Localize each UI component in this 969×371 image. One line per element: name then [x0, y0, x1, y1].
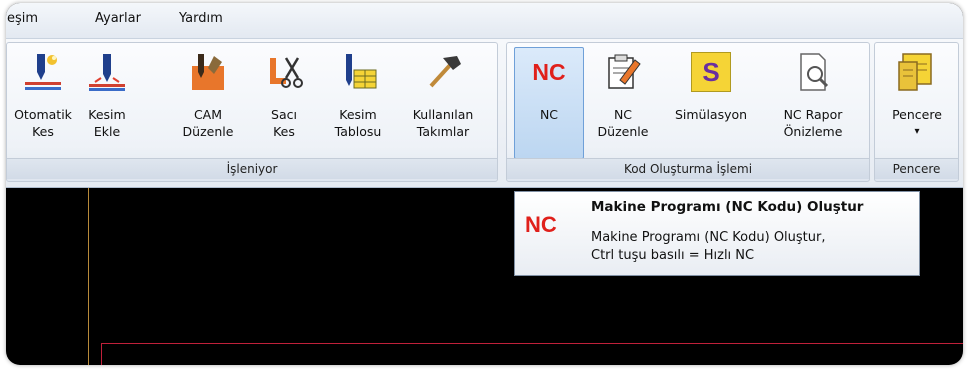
report-preview-magnifier-icon — [800, 53, 829, 91]
group-label-isleniyor: İşleniyor — [7, 158, 497, 179]
kesim-ekle-button[interactable]: Kesim Ekle — [79, 47, 135, 159]
nc-tooltip: NC Makine Programı (NC Kodu) Oluştur Mak… — [514, 191, 920, 276]
nc-icon: NC — [532, 59, 566, 85]
nc-label: NC — [539, 107, 559, 122]
tooltip-title: Makine Programı (NC Kodu) Oluştur — [591, 199, 864, 215]
hammer-tools-icon — [429, 56, 461, 88]
pencere-label: Pencere ▾ — [882, 106, 952, 140]
pencere-button[interactable]: Pencere ▾ — [881, 47, 953, 159]
group-label-kod-olusturma: Kod Oluşturma İşlemi — [507, 158, 869, 179]
menu-ayarlar[interactable]: Ayarlar — [95, 11, 141, 26]
tooltip-description: Makine Programı (NC Kodu) Oluştur, Ctrl … — [591, 230, 826, 263]
ribbon-group-pencere: Pencere ▾ Pencere — [874, 42, 959, 182]
kullanilan-takimlar-label: Kullanılan Takımlar — [412, 107, 474, 139]
simulation-icon: S — [691, 52, 731, 92]
auto-cut-torch-icon — [25, 54, 61, 90]
nc-button[interactable]: NC NC — [514, 47, 584, 159]
nc-edit-pencil-icon — [608, 54, 641, 89]
chevron-down-icon: ▾ — [914, 126, 920, 137]
nc-duzenle-button[interactable]: NC Düzenle — [595, 47, 651, 159]
workspace-sheet-outline — [101, 343, 963, 365]
nc-rapor-onizleme-label: NC Rapor Önizleme — [783, 107, 843, 139]
cam-duzenle-label: CAM Düzenle — [182, 107, 234, 139]
otomatik-kes-label: Otomatik Kes — [14, 107, 72, 139]
nc-duzenle-label: NC Düzenle — [597, 107, 649, 139]
kesim-tablosu-label: Kesim Tablosu — [334, 107, 382, 139]
window-tiles-icon — [898, 53, 932, 91]
cut-table-icon — [346, 54, 377, 89]
cam-edit-icon — [192, 54, 224, 90]
sheet-cut-scissors-icon — [270, 57, 303, 88]
saci-kes-label: Sacı Kes — [271, 107, 297, 139]
cam-duzenle-button[interactable]: CAM Düzenle — [176, 47, 240, 159]
kesim-ekle-label: Kesim Ekle — [88, 107, 126, 139]
add-cut-torch-icon — [89, 54, 125, 91]
ribbon: Otomatik Kes Kesim Ekle CAM Düzenle Sacı… — [6, 39, 963, 188]
saci-kes-button[interactable]: Sacı Kes — [260, 47, 308, 159]
app-window: eşim Ayarlar Yardım Otomatik Kes Kesim E… — [6, 3, 963, 365]
ribbon-group-isleniyor: Otomatik Kes Kesim Ekle CAM Düzenle Sacı… — [6, 42, 498, 182]
workspace-guide-line — [88, 188, 89, 365]
simulasyon-label: Simülasyon — [674, 107, 748, 122]
ribbon-group-kod-olusturma: NC NC NC Düzenle S Simülasyon NC Rapor Ö… — [506, 42, 870, 182]
kesim-tablosu-button[interactable]: Kesim Tablosu — [325, 47, 391, 159]
kullanilan-takimlar-button[interactable]: Kullanılan Takımlar — [401, 47, 485, 159]
simulasyon-button[interactable]: S Simülasyon — [657, 47, 765, 159]
nc-rapor-onizleme-button[interactable]: NC Rapor Önizleme — [771, 47, 855, 159]
group-label-pencere: Pencere — [875, 158, 958, 179]
menu-yardim[interactable]: Yardım — [179, 11, 223, 26]
nc-tooltip-icon: NC — [525, 212, 557, 237]
menu-kesim[interactable]: eşim — [7, 11, 38, 26]
menu-bar: eşim Ayarlar Yardım — [6, 3, 963, 39]
otomatik-kes-button[interactable]: Otomatik Kes — [9, 47, 77, 159]
